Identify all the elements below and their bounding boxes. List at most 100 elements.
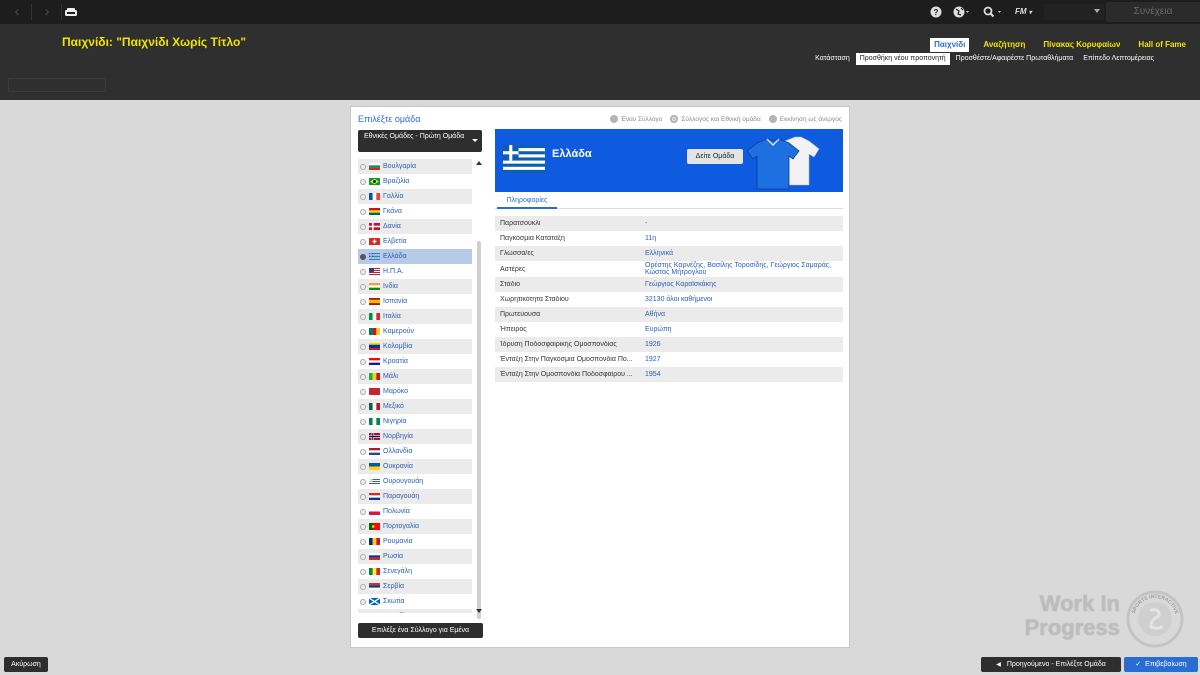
country-item[interactable]: Καμερούν <box>358 324 472 339</box>
radio-icon[interactable] <box>360 418 366 425</box>
tab-hall-of-fame[interactable]: Hall of Fame <box>1134 38 1190 52</box>
mode-option-club[interactable]: Έναν Σύλλογο <box>609 115 662 123</box>
radio-icon[interactable] <box>360 343 366 350</box>
nigeria-flag-icon <box>369 418 380 425</box>
country-item[interactable]: Μεξικό <box>358 399 472 414</box>
home-icon[interactable] <box>64 6 78 18</box>
info-value[interactable]: Ευρώπη <box>645 325 843 334</box>
country-item[interactable]: Ουκρανία <box>358 459 472 474</box>
radio-icon[interactable] <box>360 493 366 500</box>
search-icon[interactable] <box>983 4 1007 20</box>
country-item[interactable]: Ιταλία <box>358 309 472 324</box>
radio-icon[interactable] <box>360 538 366 545</box>
country-item[interactable]: Ουρουγουάη <box>358 474 472 489</box>
country-item[interactable]: Ρωσία <box>358 549 472 564</box>
scroll-down-icon[interactable] <box>476 609 482 613</box>
country-item[interactable]: Ελβετία <box>358 234 472 249</box>
country-item[interactable]: Γαλλία <box>358 189 472 204</box>
country-item[interactable]: Ινδία <box>358 279 472 294</box>
confirm-button-label: Επιβεβαίωση <box>1145 661 1187 668</box>
radio-icon[interactable] <box>360 508 366 515</box>
radio-icon[interactable] <box>360 553 366 560</box>
globe-icon[interactable] <box>953 4 975 20</box>
country-item[interactable]: Ισπανία <box>358 294 472 309</box>
radio-icon[interactable] <box>360 478 366 485</box>
country-item[interactable]: Πορτογαλία <box>358 519 472 534</box>
cancel-button[interactable]: Ακύρωση <box>4 657 48 672</box>
continue-button[interactable]: Συνέχεια <box>1106 2 1200 22</box>
previous-button[interactable]: ◀ Προηγούμενο - Επιλέξτε Ομάδα <box>981 657 1121 672</box>
radio-icon[interactable] <box>360 568 366 575</box>
tab-search[interactable]: Αναζήτηση <box>979 38 1029 52</box>
country-item[interactable]: Η.Π.Α. <box>358 264 472 279</box>
view-team-button[interactable]: Δείτε Ομάδα <box>687 149 743 164</box>
scrollbar-thumb[interactable] <box>477 241 481 619</box>
radio-icon[interactable] <box>360 433 366 440</box>
country-item[interactable]: Βραζιλία <box>358 174 472 189</box>
radio-icon[interactable] <box>360 388 366 395</box>
tab-game[interactable]: Παιχνίδι <box>930 38 970 52</box>
back-arrow-icon[interactable]: ‹ <box>4 3 30 21</box>
info-value[interactable]: Ελληνικά <box>645 249 843 258</box>
subtab-add-manager[interactable]: Προσθήκη νέου προπονητή <box>855 53 950 65</box>
country-item[interactable]: Ελλάδα <box>358 249 472 264</box>
radio-icon[interactable] <box>360 403 366 410</box>
subtab-detail-level[interactable]: Επίπεδο Λεπτομέρειας <box>1079 53 1158 65</box>
country-list-scrollbar[interactable] <box>476 159 482 619</box>
country-item[interactable]: Πολωνία <box>358 504 472 519</box>
mode-option-unemployed[interactable]: Εκκίνηση ως άνεργος <box>768 115 842 123</box>
forward-arrow-icon[interactable]: › <box>34 3 60 21</box>
confirm-button[interactable]: ✓ Επιβεβαίωση <box>1124 657 1198 672</box>
radio-icon[interactable] <box>360 583 366 590</box>
radio-icon[interactable] <box>360 523 366 530</box>
info-value[interactable]: Γεώργιος Καραϊσκάκης <box>645 280 843 289</box>
radio-icon[interactable] <box>360 208 366 215</box>
mode-option-club-and-national[interactable]: Σύλλογος και Εθνική ομάδα <box>670 115 761 123</box>
country-item[interactable]: Βουλγαρία <box>358 159 472 174</box>
help-icon[interactable]: ? <box>930 4 944 20</box>
radio-icon[interactable] <box>360 268 366 275</box>
info-value[interactable]: Αθήνα <box>645 310 843 319</box>
country-item[interactable]: Νιγηρία <box>358 414 472 429</box>
country-item[interactable]: Σερβία <box>358 579 472 594</box>
tab-leaderboard[interactable]: Πίνακας Κορυφαίων <box>1039 38 1124 52</box>
radio-icon[interactable] <box>360 463 366 470</box>
country-item[interactable]: Ρουμανία <box>358 534 472 549</box>
radio-icon[interactable] <box>360 238 366 245</box>
info-value[interactable]: Ορέστης Καρνέζης, Βασίλης Τοροσίδης, Γεώ… <box>645 261 843 277</box>
radio-icon[interactable] <box>360 253 366 260</box>
country-item[interactable]: Σκωτία <box>358 594 472 609</box>
radio-icon[interactable] <box>360 448 366 455</box>
team-type-dropdown[interactable]: Εθνικές Ομάδες - Πρώτη Ομάδα <box>358 130 482 152</box>
profile-dropdown[interactable] <box>1044 4 1104 20</box>
radio-icon[interactable] <box>360 598 366 605</box>
country-item[interactable]: Σενεγάλη <box>358 564 472 579</box>
pick-club-for-me-button[interactable]: Επιλέξε ένα Σύλλογο για Εμένα <box>358 623 483 638</box>
radio-icon[interactable] <box>360 358 366 365</box>
fm-menu-button[interactable]: FM ▾ <box>1015 4 1039 20</box>
country-item[interactable]: Κροατία <box>358 354 472 369</box>
radio-icon[interactable] <box>360 163 366 170</box>
country-item[interactable]: Μάλι <box>358 369 472 384</box>
subtab-add-remove-leagues[interactable]: Προσθέστε/Αφαιρέστε Πρωταθλήματα <box>952 53 1078 65</box>
country-item[interactable]: Μαρόκο <box>358 384 472 399</box>
radio-icon[interactable] <box>360 283 366 290</box>
country-item[interactable]: Νορβηγία <box>358 429 472 444</box>
radio-icon[interactable] <box>360 373 366 380</box>
radio-icon[interactable] <box>360 328 366 335</box>
country-item[interactable]: Ολλανδία <box>358 444 472 459</box>
radio-icon[interactable] <box>360 298 366 305</box>
country-item[interactable]: Κολομβία <box>358 339 472 354</box>
radio-icon[interactable] <box>360 178 366 185</box>
country-item[interactable]: Γκάνα <box>358 204 472 219</box>
country-name: Σερβία <box>383 583 405 590</box>
country-item[interactable]: Σουηδία <box>358 609 472 613</box>
country-item[interactable]: Παραγουάη <box>358 489 472 504</box>
tab-information[interactable]: Πληροφορίες <box>497 195 557 209</box>
radio-icon[interactable] <box>360 313 366 320</box>
radio-icon[interactable] <box>360 223 366 230</box>
scroll-up-icon[interactable] <box>476 161 482 165</box>
country-item[interactable]: Δανία <box>358 219 472 234</box>
subtab-status[interactable]: Κατάσταση <box>811 53 854 65</box>
radio-icon[interactable] <box>360 193 366 200</box>
